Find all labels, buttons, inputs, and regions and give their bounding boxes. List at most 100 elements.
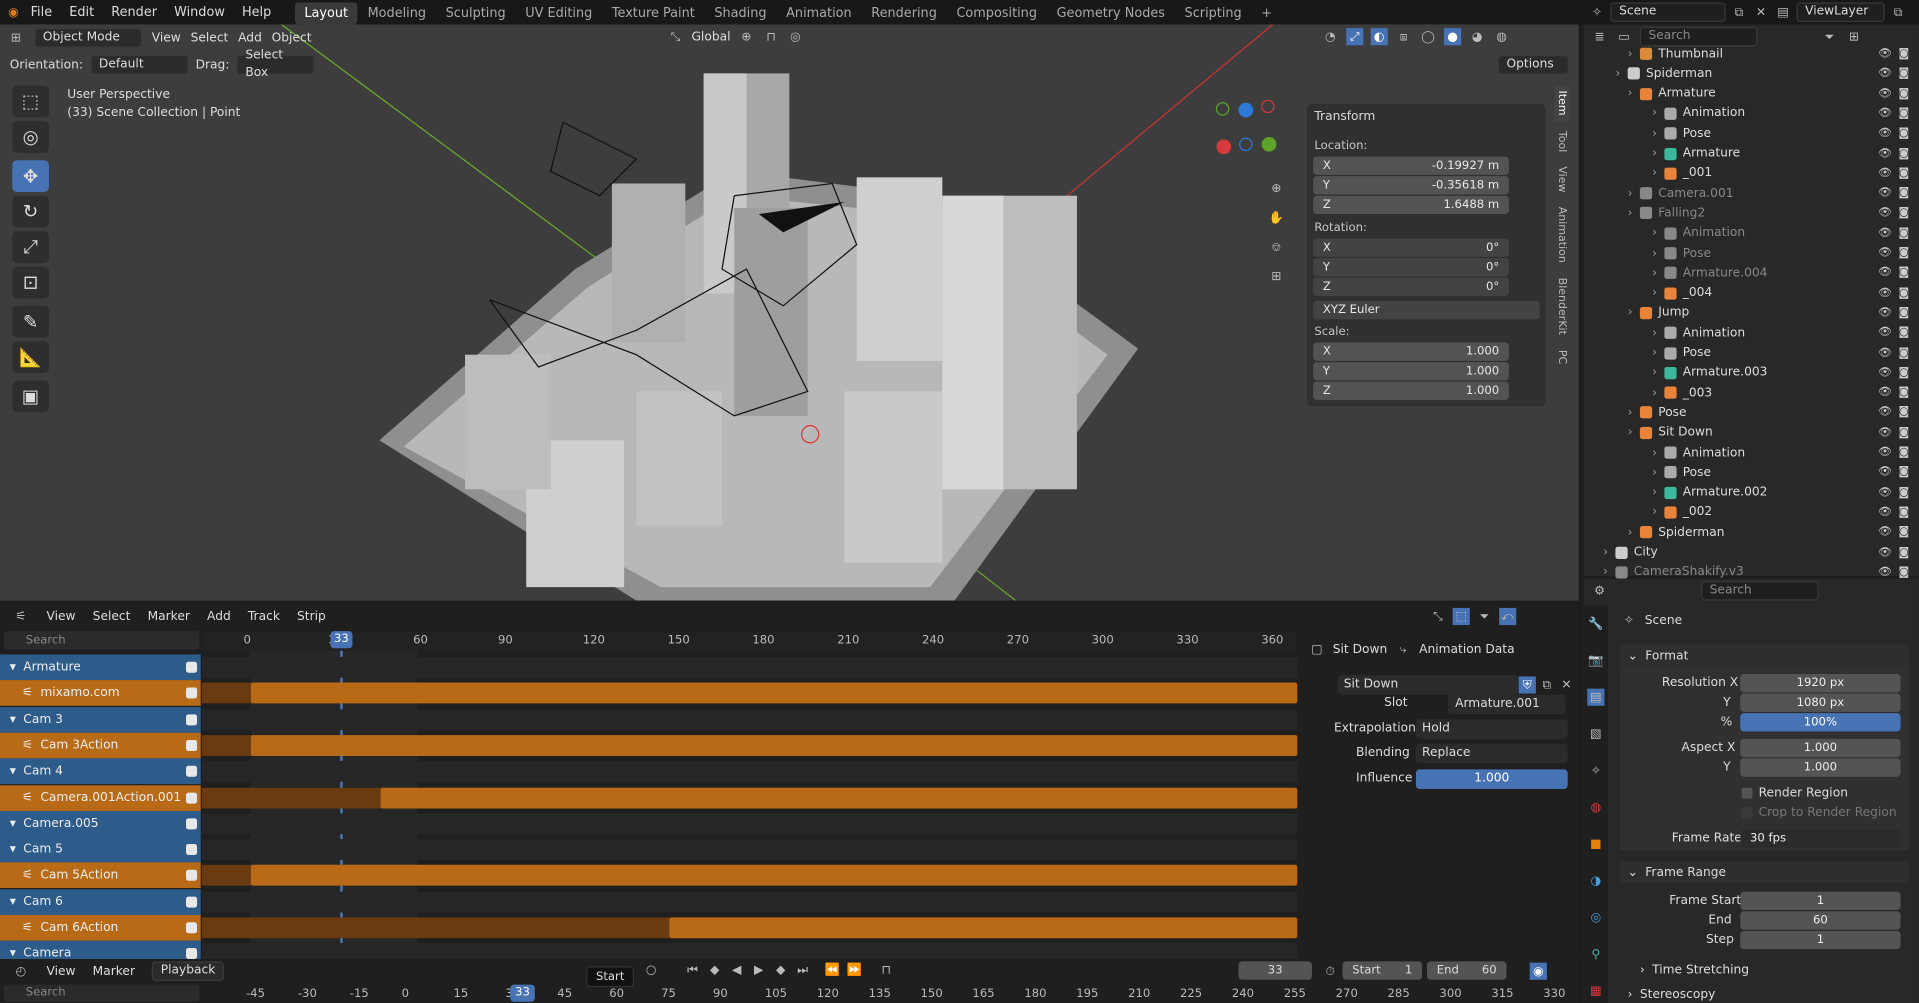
move-tool[interactable]: ✥ [12, 160, 49, 193]
crop-region-checkbox[interactable]: Crop to Render Region [1741, 806, 1897, 820]
nla-action-strip[interactable] [380, 787, 1298, 808]
nla-track[interactable]: ▾ Cam 6 [0, 888, 201, 915]
render-camera-icon[interactable]: ◙ [1898, 227, 1909, 239]
nla-menu-marker[interactable]: Marker [148, 610, 190, 623]
show-hidden-icon[interactable]: ⬚ [1452, 607, 1470, 626]
track-enable-checkbox[interactable] [186, 765, 198, 777]
menu-file[interactable]: File [22, 0, 61, 24]
timeline-menu-playback[interactable]: Playback [152, 961, 224, 982]
unlink-action-icon[interactable]: ✕ [1558, 676, 1575, 693]
tab-view[interactable]: View [1554, 161, 1569, 197]
perspective-toggle-icon[interactable]: ⊞ [1265, 265, 1287, 287]
track-enable-checkbox[interactable] [186, 818, 198, 830]
nla-track-lane[interactable] [201, 656, 1298, 678]
outliner-item[interactable]: › Sit Down 👁 ◙ [1584, 423, 1919, 443]
pivot-icon[interactable]: ⊕ [738, 28, 755, 45]
proportional-edit-icon[interactable]: ◎ [787, 28, 804, 45]
render-camera-icon[interactable]: ◙ [1898, 327, 1909, 339]
outliner-item[interactable]: › Pose 👁 ◙ [1584, 343, 1919, 363]
outliner-item[interactable]: › Pose 👁 ◙ [1584, 403, 1919, 423]
render-region-checkbox[interactable]: Render Region [1741, 787, 1848, 800]
nla-track-lane[interactable] [201, 813, 1298, 834]
expand-icon[interactable]: › [1652, 246, 1664, 259]
options-button[interactable]: Options [1497, 55, 1569, 75]
tab-item[interactable]: Item [1554, 85, 1569, 121]
outliner-item[interactable]: › Animation 👁 ◙ [1584, 443, 1919, 463]
aspect-y-field[interactable]: 1.000 [1740, 758, 1901, 777]
scene-tab-icon[interactable]: ✧ [1587, 762, 1604, 779]
expand-icon[interactable]: › [1628, 47, 1640, 60]
outliner-item[interactable]: › Camera.001 👁 ◙ [1584, 184, 1919, 204]
render-camera-icon[interactable]: ◙ [1898, 367, 1909, 379]
expand-icon[interactable]: › [1652, 227, 1664, 240]
blender-logo-icon[interactable]: ◉ [5, 4, 22, 21]
workspace-tab-uv-editing[interactable]: UV Editing [515, 2, 602, 24]
orientation-selector[interactable]: Default [90, 55, 189, 75]
expand-icon[interactable]: › [1652, 506, 1664, 519]
frame-start-field[interactable]: 1 [1740, 891, 1901, 911]
timeline-search[interactable]: Search [3, 984, 200, 1002]
track-enable-checkbox[interactable] [186, 896, 198, 908]
tab-blenderkit[interactable]: BlenderKit [1554, 273, 1569, 340]
auto-keying-icon[interactable]: ◉ [1529, 962, 1547, 980]
nla-menu-select[interactable]: Select [93, 610, 131, 623]
next-keyframe-icon[interactable]: ◆ [772, 961, 789, 978]
timeline-editor-icon[interactable]: ◴ [12, 963, 29, 980]
current-frame-indicator[interactable]: 33 [330, 631, 353, 649]
location-y-field[interactable]: Y -0.35618 m [1313, 176, 1509, 195]
outliner-item[interactable]: › _003 👁 ◙ [1584, 383, 1919, 403]
render-camera-icon[interactable]: ◙ [1898, 446, 1909, 458]
render-camera-icon[interactable]: ◙ [1898, 427, 1909, 439]
workspace-tab-geometry-nodes[interactable]: Geometry Nodes [1047, 2, 1175, 24]
auto-snap-icon[interactable]: ⤺ [1499, 607, 1517, 626]
annotate-tool[interactable]: ✎ [12, 305, 49, 338]
properties-search[interactable]: Search [1701, 581, 1819, 601]
expand-icon[interactable]: › [1652, 147, 1664, 160]
expand-icon[interactable]: › [1652, 366, 1664, 379]
render-camera-icon[interactable]: ◙ [1898, 566, 1909, 578]
fake-user-icon[interactable]: ⛨ [1518, 676, 1536, 694]
constraint-tab-icon[interactable]: ⚲ [1587, 946, 1604, 963]
location-z-field[interactable]: Z 1.6488 m [1313, 195, 1509, 215]
scale-tool[interactable]: ⤢ [12, 231, 49, 263]
render-camera-icon[interactable]: ◙ [1898, 127, 1909, 139]
nla-frame-ruler[interactable]: 0306090120150180210240270300330360 [201, 631, 1298, 651]
visibility-eye-icon[interactable]: 👁 [1878, 68, 1892, 80]
render-camera-icon[interactable]: ◙ [1898, 407, 1909, 419]
resolution-percent-field[interactable]: 100% [1740, 713, 1901, 732]
transform-space-selector[interactable]: Global [691, 30, 730, 43]
expand-icon[interactable]: › [1652, 286, 1664, 299]
track-enable-checkbox[interactable] [186, 739, 198, 751]
measure-tool[interactable]: 📐 [12, 341, 49, 374]
render-camera-icon[interactable]: ◙ [1898, 287, 1909, 299]
tool-tab-icon[interactable]: 🔧 [1587, 615, 1604, 632]
timeline-frame-ruler[interactable]: -45-30-150153045607590105120135150165180… [202, 984, 1579, 1003]
outliner-item[interactable]: › Spiderman 👁 ◙ [1584, 64, 1919, 84]
gizmo-icon[interactable]: ⤢ [1346, 28, 1364, 46]
select-box-tool[interactable]: ⬚ [12, 85, 49, 118]
track-enable-checkbox[interactable] [186, 922, 198, 934]
scale-z-field[interactable]: Z 1.000 [1313, 381, 1509, 400]
nla-menu-view[interactable]: View [47, 610, 76, 623]
track-enable-checkbox[interactable] [186, 844, 198, 856]
time-stretching-subpanel[interactable]: › Time Stretching [1640, 964, 1749, 977]
outliner-item[interactable]: › _004 👁 ◙ [1584, 283, 1919, 303]
timeline-menu-marker[interactable]: Marker [93, 964, 135, 977]
outliner-item[interactable]: › Animation 👁 ◙ [1584, 104, 1919, 124]
nla-track[interactable]: ⚟ Cam 3Action [0, 732, 201, 759]
visibility-eye-icon[interactable]: 👁 [1878, 446, 1892, 458]
texture-tab-icon[interactable]: ▦ [1587, 982, 1604, 999]
outliner-editor-icon[interactable]: ≣ [1591, 28, 1608, 45]
expand-icon[interactable]: › [1628, 406, 1640, 419]
render-camera-icon[interactable]: ◙ [1898, 466, 1909, 478]
resolution-x-field[interactable]: 1920 px [1740, 673, 1901, 693]
viewport-menu-object[interactable]: Object [272, 31, 312, 44]
render-camera-icon[interactable]: ◙ [1898, 108, 1909, 120]
end-frame-field[interactable]: End 60 [1426, 961, 1507, 980]
expand-icon[interactable]: › [1628, 526, 1640, 539]
visibility-eye-icon[interactable]: 👁 [1878, 187, 1892, 199]
resolution-y-field[interactable]: 1080 px [1740, 693, 1901, 712]
play-icon[interactable]: ▶ [750, 961, 767, 978]
format-panel-header[interactable]: ⌄ Format [1620, 644, 1910, 667]
visibility-eye-icon[interactable]: 👁 [1878, 526, 1892, 538]
